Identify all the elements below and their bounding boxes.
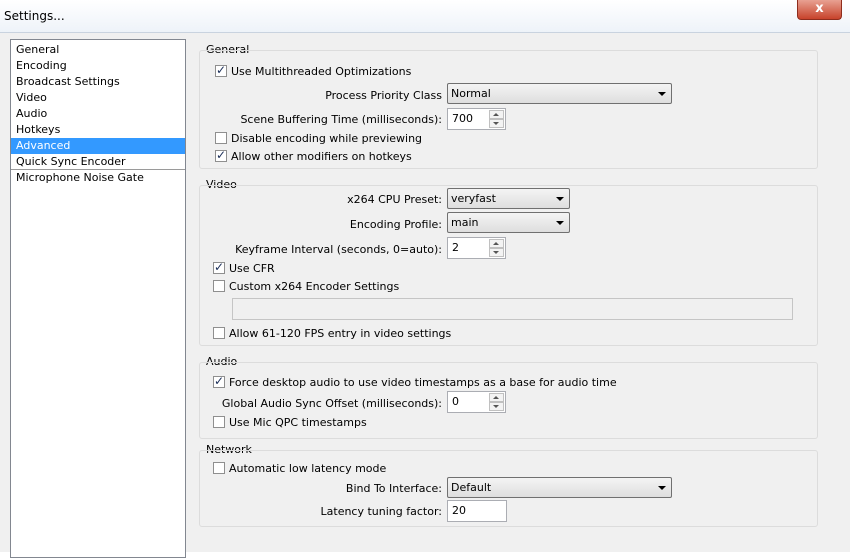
fps-entry-label: Allow 61-120 FPS entry in video settings [229,327,452,340]
spin-down-icon[interactable] [489,248,504,257]
spin-down-icon[interactable] [489,119,504,128]
settings-category-list[interactable]: General Encoding Broadcast Settings Vide… [10,39,186,558]
spin-up-icon[interactable] [489,110,504,119]
multithreaded-checkbox[interactable] [215,63,227,77]
sync-offset-value[interactable]: 0 [452,395,459,408]
profile-label: Encoding Profile: [349,218,442,231]
chevron-down-icon [658,92,666,96]
priority-value: Normal [451,87,491,100]
force-timestamps-option[interactable]: Force desktop audio to use video timesta… [213,374,617,390]
preset-select[interactable]: veryfast [447,188,570,209]
low-latency-option[interactable]: Automatic low latency mode [213,462,386,476]
buffering-value[interactable]: 700 [452,112,473,125]
sidebar-item-advanced[interactable]: Advanced [11,138,185,154]
modifiers-label: Allow other modifiers on hotkeys [231,150,412,163]
chevron-down-icon [556,221,564,225]
video-group-box [199,185,818,346]
spin-up-icon[interactable] [489,393,504,402]
sidebar-item-encoding[interactable]: Encoding [11,58,185,74]
profile-value: main [451,216,479,229]
close-button[interactable]: x [797,0,842,20]
latency-factor-input[interactable]: 20 [447,500,507,522]
bind-interface-value: Default [451,481,492,494]
custom-x264-label: Custom x264 Encoder Settings [229,280,400,293]
chevron-down-icon [658,486,666,490]
multithreaded-label: Use Multithreaded Optimizations [231,65,412,78]
modifiers-checkbox[interactable] [215,148,227,162]
settings-window-body: General Encoding Broadcast Settings Vide… [0,33,850,558]
sidebar-item-hotkeys[interactable]: Hotkeys [11,122,185,138]
cfr-option[interactable]: Use CFR [213,260,275,276]
keyframe-label: Keyframe Interval (seconds, 0=auto): [235,243,442,256]
title-bar: Settings... x [0,0,850,33]
mic-qpc-option[interactable]: Use Mic QPC timestamps [213,416,367,430]
sidebar-item-broadcast-settings[interactable]: Broadcast Settings [11,74,185,90]
latency-factor-label: Latency tuning factor: [320,505,442,518]
sidebar-item-audio[interactable]: Audio [11,106,185,122]
low-latency-label: Automatic low latency mode [229,462,387,475]
bind-interface-label: Bind To Interface: [345,482,442,495]
priority-select[interactable]: Normal [447,83,672,104]
custom-x264-checkbox[interactable] [213,280,225,292]
preset-value: veryfast [451,192,496,205]
keyframe-value[interactable]: 2 [452,241,459,254]
priority-label: Process Priority Class [325,89,442,102]
force-timestamps-label: Force desktop audio to use video timesta… [229,376,617,389]
fps-entry-checkbox[interactable] [213,327,225,339]
sidebar-item-general[interactable]: General [11,42,185,58]
cfr-checkbox[interactable] [213,260,225,274]
mic-qpc-checkbox[interactable] [213,416,225,428]
cfr-label: Use CFR [229,262,275,275]
force-timestamps-checkbox[interactable] [213,374,225,388]
window-title: Settings... [4,9,65,23]
chevron-down-icon [556,197,564,201]
sidebar-item-quick-sync-encoder[interactable]: Quick Sync Encoder [11,154,185,170]
keyframe-spinner[interactable]: 2 [447,237,506,259]
buffering-spinner[interactable]: 700 [447,108,506,130]
buffering-label: Scene Buffering Time (milliseconds): [240,113,442,126]
disable-preview-option[interactable]: Disable encoding while previewing [215,132,422,146]
disable-preview-checkbox[interactable] [215,132,227,144]
sync-offset-spinner[interactable]: 0 [447,391,506,413]
spin-down-icon[interactable] [489,402,504,411]
low-latency-checkbox[interactable] [213,462,225,474]
custom-x264-option[interactable]: Custom x264 Encoder Settings [213,280,399,294]
close-icon: x [815,1,824,16]
custom-x264-input[interactable] [232,298,793,320]
fps-entry-option[interactable]: Allow 61-120 FPS entry in video settings [213,327,451,341]
preset-label: x264 CPU Preset: [347,193,442,206]
disable-preview-label: Disable encoding while previewing [231,132,423,145]
sync-offset-label: Global Audio Sync Offset (milliseconds): [221,397,442,410]
spin-up-icon[interactable] [489,239,504,248]
mic-qpc-label: Use Mic QPC timestamps [229,416,367,429]
modifiers-option[interactable]: Allow other modifiers on hotkeys [215,148,412,164]
sidebar-item-video[interactable]: Video [11,90,185,106]
profile-select[interactable]: main [447,212,570,233]
multithreaded-option[interactable]: Use Multithreaded Optimizations [215,63,412,79]
bind-interface-select[interactable]: Default [447,477,672,498]
sidebar-item-microphone-noise-gate[interactable]: Microphone Noise Gate [11,170,185,186]
